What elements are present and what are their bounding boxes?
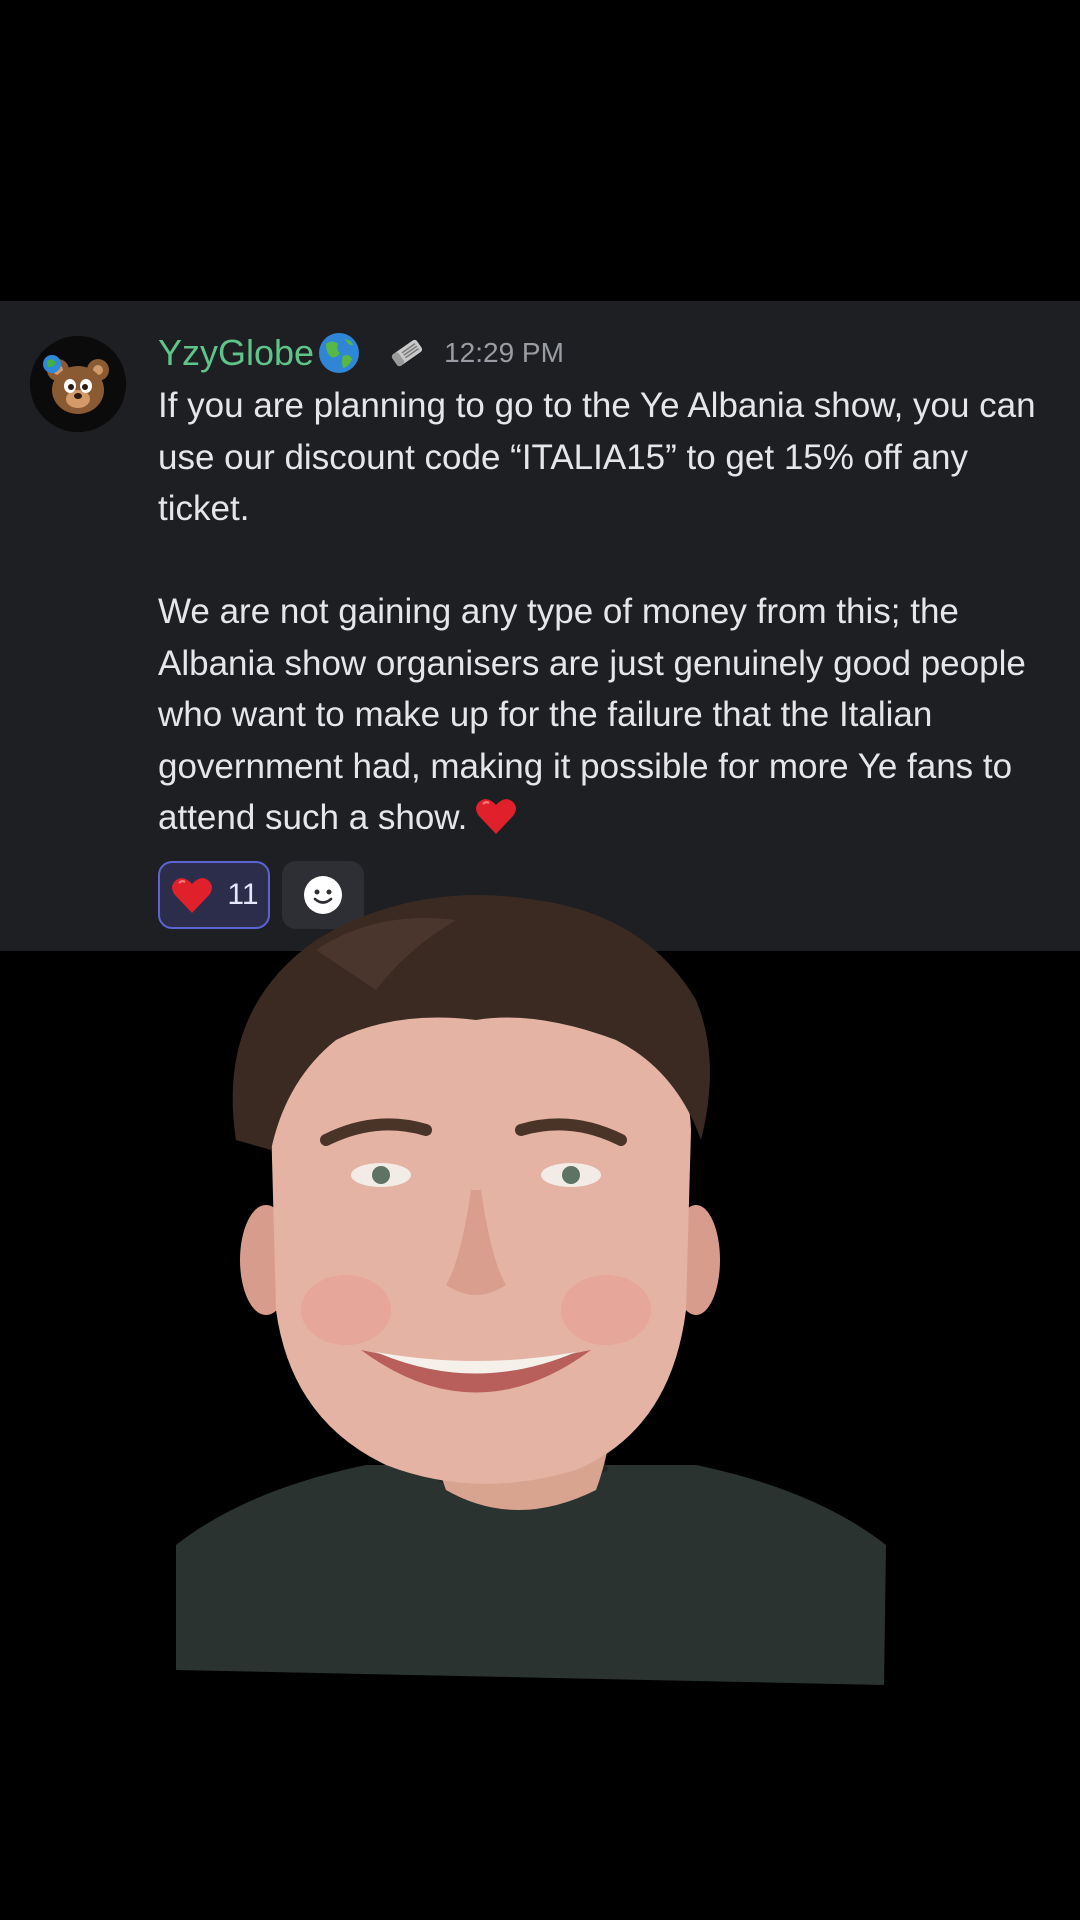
timestamp: 12:29 PM <box>444 337 564 368</box>
message-body: If you are planning to go to the Ye Alba… <box>158 380 1058 844</box>
top-black-band <box>0 0 1080 301</box>
avatar[interactable] <box>30 336 126 432</box>
heart-icon <box>476 799 517 834</box>
message-paragraph-text: We are not gaining any type of money fro… <box>158 592 1026 837</box>
username[interactable]: YzyGlobe <box>158 332 314 374</box>
person-photo <box>176 895 886 1685</box>
message-header: YzyGlobe 12:29 PM <box>158 325 564 381</box>
globe-icon <box>319 333 360 373</box>
message-paragraph: If you are planning to go to the Ye Alba… <box>158 386 1036 528</box>
newspaper-icon <box>391 339 423 367</box>
message-paragraph: We are not gaining any type of money fro… <box>158 586 1058 844</box>
chat-message: YzyGlobe 12:29 PM If you are planning to… <box>0 301 1080 951</box>
bear-avatar-icon <box>30 336 126 432</box>
